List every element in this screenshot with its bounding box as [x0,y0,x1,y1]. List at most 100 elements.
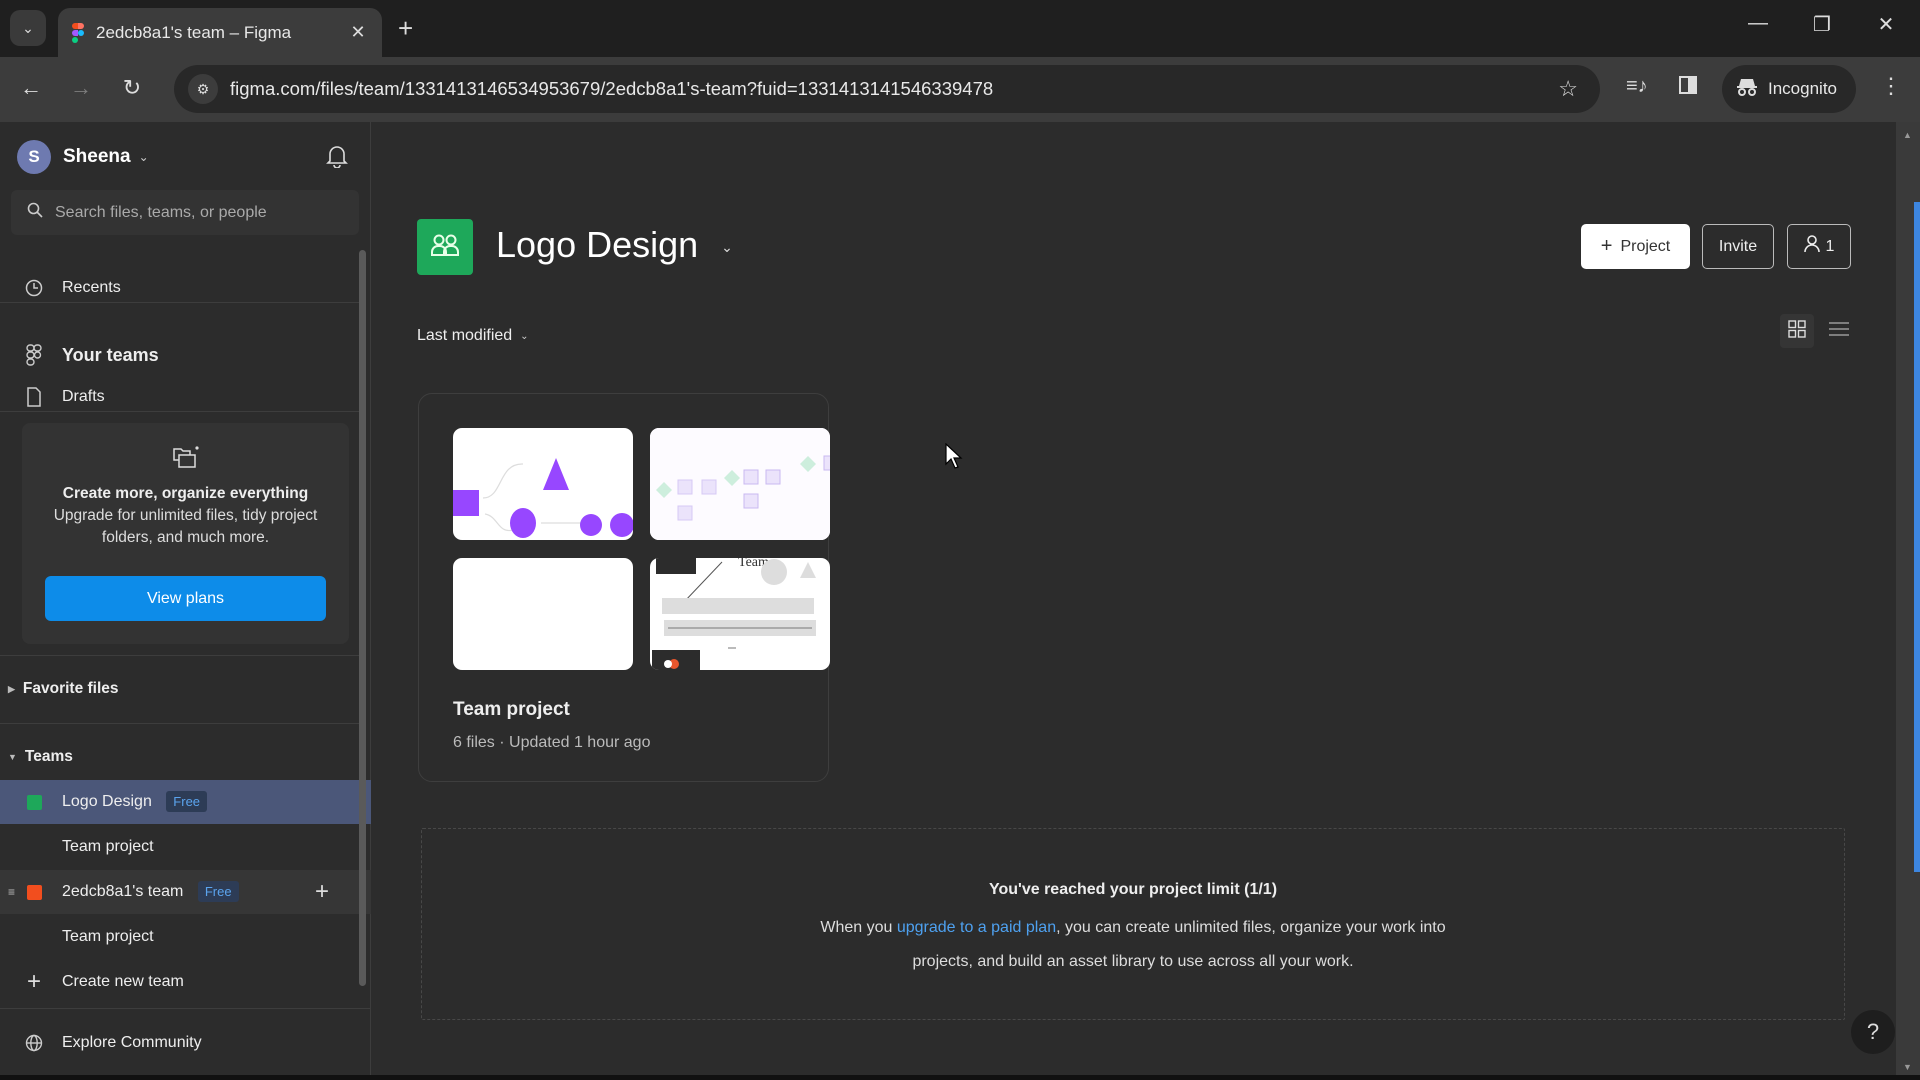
user-icon [1803,235,1820,258]
project-meta: 6 files · Updated 1 hour ago [453,734,651,751]
sidebar: S Sheena ⌄ Recents Your teams Drafts [0,122,371,1080]
bookmark-star-icon[interactable]: ☆ [1558,76,1578,102]
minimize-icon[interactable]: — [1738,12,1778,35]
team-name: 2edcb8a1's team [62,883,184,900]
file-icon [24,387,44,407]
bell-icon[interactable] [326,144,348,169]
chevron-down-icon: ⌄ [520,330,529,342]
limit-body: When you upgrade to a paid plan, you can… [820,919,1446,970]
incognito-icon [1736,77,1758,102]
close-window-icon[interactable]: ✕ [1866,12,1906,37]
project-name[interactable]: Team project [453,699,570,721]
sidebar-project-team-project[interactable]: Team project [62,928,154,946]
sort-dropdown[interactable]: Last modified ⌄ [417,327,529,345]
page-scrollbar[interactable]: ▲ ▼ [1896,122,1920,1080]
file-thumbnail [453,428,633,540]
side-panel-icon[interactable] [1678,75,1698,101]
drag-handle-icon[interactable]: ≡ [8,885,15,899]
divider [0,655,360,656]
upsell-body: Upgrade for unlimited files, tidy projec… [53,507,318,546]
account-menu[interactable]: S Sheena ⌄ [17,140,149,174]
forward-icon[interactable]: → [66,75,96,101]
sidebar-item-your-teams[interactable]: Your teams [0,335,360,375]
figma-teams-icon [24,344,44,366]
address-bar[interactable]: ⚙ figma.com/files/team/13314131465349536… [174,65,1600,113]
mouse-cursor-icon [945,442,963,474]
create-new-team-button[interactable]: + Create new team [0,962,360,1002]
divider [0,411,360,412]
more-menu-icon[interactable]: ⋮ [1880,73,1902,99]
caret-down-icon: ▼ [8,752,17,762]
team-color-swatch [27,794,42,810]
site-info-icon[interactable]: ⚙ [188,74,218,104]
tab-search-icon[interactable]: ⌄ [10,10,46,46]
scroll-down-icon[interactable]: ▼ [1903,1062,1912,1072]
browser-tab-strip: ⌄ 2edcb8a1's team – Figma ✕ + — ❐ ✕ [0,0,1920,57]
plus-icon: + [1600,235,1613,257]
avatar: S [17,140,51,174]
grid-view-toggle[interactable] [1780,314,1814,348]
sidebar-item-label: Drafts [62,388,105,405]
teams-header[interactable]: ▼ Teams [8,748,73,766]
figma-favicon [72,22,84,43]
list-view-toggle[interactable] [1822,314,1856,348]
sidebar-team-2edcb8a1[interactable]: ≡ 2edcb8a1's team Free + [0,870,371,914]
main-content: Logo Design ⌄ + Project Invite 1 Last mo… [372,122,1896,1080]
sidebar-team-logo-design[interactable]: Logo Design Free [0,780,371,824]
divider [0,1008,371,1009]
view-plans-button[interactable]: View plans [45,576,326,621]
close-icon[interactable]: ✕ [348,22,368,43]
upgrade-link[interactable]: upgrade to a paid plan [897,919,1056,936]
tab-title: 2edcb8a1's team – Figma [96,22,292,42]
incognito-label: Incognito [1768,79,1837,98]
upgrade-card: Create more, organize everything Upgrade… [22,423,349,644]
grid-icon [1788,319,1806,343]
globe-icon [24,1033,44,1053]
divider [0,723,360,724]
caret-right-icon: ▶ [8,683,15,694]
clock-icon [24,278,44,298]
team-avatar [417,219,473,275]
divider [0,302,360,303]
plan-badge: Free [197,881,239,902]
folders-icon [172,445,200,471]
team-name: Logo Design [62,793,152,810]
invite-button[interactable]: Invite [1702,224,1774,269]
restore-icon[interactable]: ❐ [1802,12,1842,37]
file-thumbnail [650,428,830,540]
help-button[interactable]: ? [1851,1010,1895,1054]
plan-badge: Free [166,791,208,812]
search-input[interactable] [55,203,345,222]
file-thumbnail [453,558,633,670]
favorite-files-header[interactable]: ▶ Favorite files [8,680,119,698]
team-color-swatch [27,884,42,900]
project-limit-notice: You've reached your project limit (1/1) … [421,828,1845,1020]
search-icon [27,202,43,223]
back-icon[interactable]: ← [16,75,46,101]
members-button[interactable]: 1 [1787,224,1851,269]
new-project-button[interactable]: + Project [1581,224,1690,269]
scrollbar-thumb[interactable] [1914,202,1920,872]
add-project-icon[interactable]: + [315,878,329,906]
people-icon [430,233,460,262]
list-icon [1829,321,1849,342]
media-icon[interactable]: ≡♪ [1626,75,1648,98]
explore-community-link[interactable]: Explore Community [0,1023,360,1063]
plus-icon: + [26,968,41,995]
project-card[interactable]: Team Team project 6 files · Updated 1 ho… [418,393,830,782]
incognito-indicator[interactable]: Incognito [1722,65,1856,113]
search-box[interactable] [11,190,359,235]
user-name: Sheena [63,146,131,167]
chevron-down-icon[interactable]: ⌄ [712,232,742,262]
browser-toolbar: ← → ↻ ⚙ figma.com/files/team/13314131465… [0,57,1920,122]
scroll-up-icon[interactable]: ▲ [1903,130,1912,140]
sidebar-scrollbar[interactable] [359,250,366,986]
reload-icon[interactable]: ↻ [117,75,147,101]
plus-icon[interactable]: + [398,14,413,42]
bottom-edge [0,1075,1920,1080]
url-text[interactable]: figma.com/files/team/1331413146534953679… [230,78,1558,100]
sidebar-item-label: Recents [62,279,121,296]
file-thumbnail: Team [650,558,830,670]
browser-tab[interactable]: 2edcb8a1's team – Figma ✕ [58,8,382,57]
sidebar-project-team-project[interactable]: Team project [62,838,154,856]
